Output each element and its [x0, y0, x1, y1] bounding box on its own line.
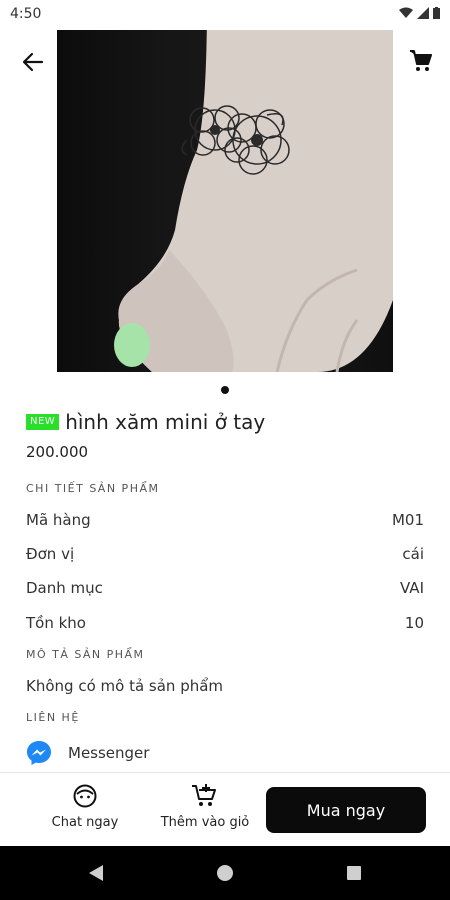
spec-value: cái [402, 545, 424, 563]
product-photo [57, 0, 393, 372]
cart-button[interactable] [406, 46, 436, 76]
chat-now-button[interactable]: Chat ngay [40, 783, 130, 830]
chat-face-icon [73, 784, 97, 808]
spec-label: Đơn vị [26, 545, 75, 563]
spec-value: M01 [391, 511, 424, 529]
details-section-title: CHI TIẾT SẢN PHẨM [26, 482, 160, 495]
spec-value: 10 [404, 614, 424, 632]
add-to-cart-icon [192, 784, 216, 806]
spec-row-unit: Đơn vị cái [26, 545, 424, 563]
system-back-button[interactable] [86, 863, 106, 883]
product-title: hình xăm mini ở tay [65, 410, 266, 434]
spec-row-stock: Tồn kho 10 [26, 614, 424, 632]
carousel-indicator-dot [221, 386, 229, 394]
triangle-back-icon [89, 865, 103, 881]
add-to-cart-label: Thêm vào giỏ [160, 815, 250, 830]
buy-now-button[interactable]: Mua ngay [266, 787, 426, 833]
shopping-cart-icon [410, 50, 432, 71]
system-navigation-bar [0, 846, 450, 900]
arrow-left-icon [22, 52, 44, 72]
new-badge: NEW [26, 414, 60, 430]
description-section-title: MÔ TẢ SẢN PHẨM [26, 648, 145, 661]
system-home-button[interactable] [215, 863, 235, 883]
chat-now-label: Chat ngay [51, 815, 119, 830]
product-image-carousel[interactable] [0, 0, 450, 372]
bottom-action-bar: Chat ngay Thêm vào giỏ Mua ngay [0, 772, 450, 847]
spec-label: Danh mục [26, 579, 103, 597]
add-to-cart-button[interactable]: Thêm vào giỏ [155, 783, 255, 830]
spec-label: Tồn kho [26, 614, 86, 632]
product-title-row: NEW hình xăm mini ở tay [26, 410, 265, 434]
messenger-icon [27, 741, 51, 765]
spec-value: VAI [400, 579, 424, 597]
spec-row-sku: Mã hàng M01 [26, 511, 424, 529]
status-time: 4:50 [10, 6, 42, 22]
product-price: 200.000 [26, 443, 89, 461]
system-recents-button[interactable] [344, 863, 364, 883]
contact-section-title: LIÊN HỆ [26, 711, 80, 724]
square-recents-icon [347, 866, 361, 880]
spec-label: Mã hàng [26, 511, 91, 529]
circle-home-icon [217, 865, 233, 881]
status-bar: 4:50 [0, 0, 450, 30]
description-text: Không có mô tả sản phẩm [26, 677, 224, 695]
battery-icon [433, 7, 440, 19]
wifi-icon [399, 7, 413, 18]
messenger-contact[interactable]: Messenger [26, 740, 149, 766]
signal-icon [417, 7, 429, 19]
back-button[interactable] [18, 47, 48, 77]
spec-row-category: Danh mục VAI [26, 579, 424, 597]
status-icons [399, 7, 440, 19]
messenger-label: Messenger [68, 744, 150, 762]
